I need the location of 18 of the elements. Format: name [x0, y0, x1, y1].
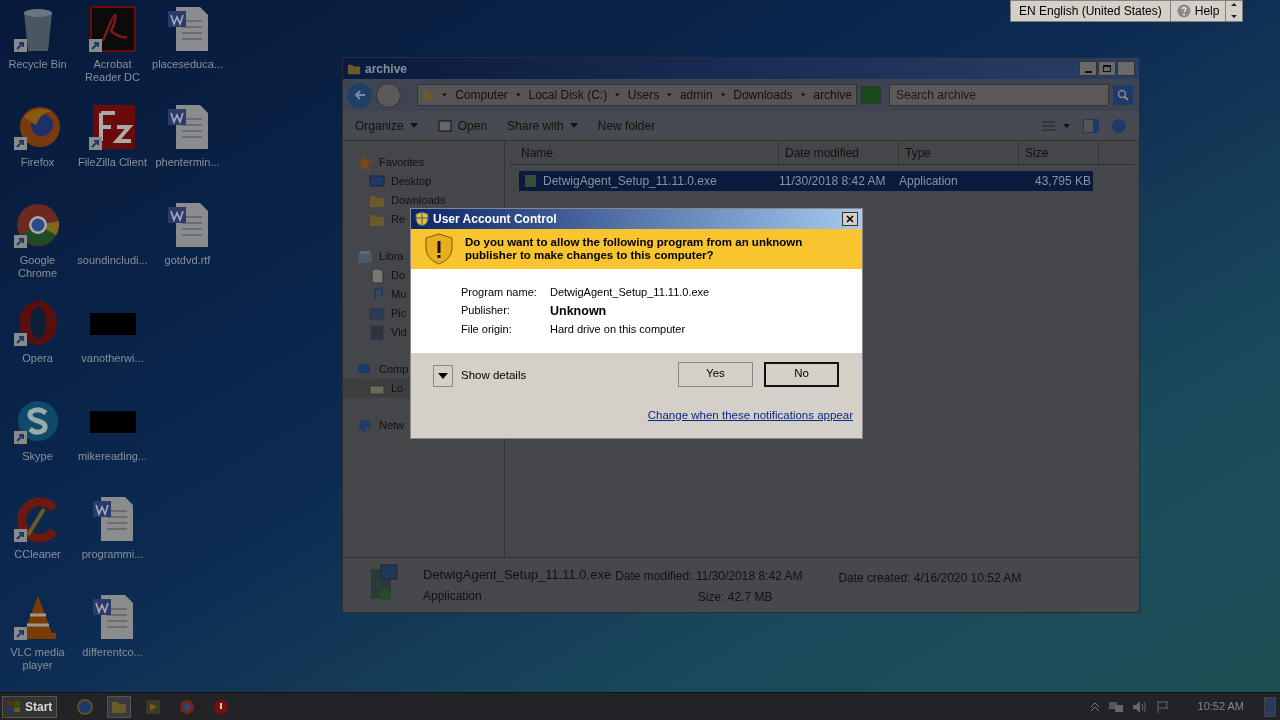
details-size: Size: 42.7 MB: [697, 588, 774, 606]
field-label: Publisher:: [461, 302, 511, 318]
field-label: File origin:: [461, 322, 513, 338]
field-value: DetwigAgent_Setup_11.11.0.exe: [550, 285, 710, 301]
file-name: DetwigAgent_Setup_11.11.0.exe: [543, 173, 717, 190]
file-date: 11/30/2018 8:42 AM: [779, 173, 887, 190]
details-file-name: DetwigAgent_Setup_11.11.0.exe: [423, 565, 612, 584]
details-date-created: Date created: 4/16/2020 10:52 AM: [838, 570, 1022, 587]
file-size: 43,795 KB: [1033, 173, 1091, 190]
field-value: Hard drive on this computer: [550, 322, 686, 338]
field-value: Unknown: [550, 302, 607, 320]
field-label: Program name:: [461, 285, 538, 301]
file-type: Application: [899, 173, 959, 190]
uac-question: Do you want to allow the following program from an unknown publisher to make changes to this computer?: [465, 236, 804, 262]
dialog-title: User Account Control: [433, 211, 557, 228]
details-date-modified: Date modified: 11/30/2018 8:42 AM: [615, 567, 803, 585]
details-file-type: Application: [423, 588, 483, 606]
window-title: archive: [365, 60, 408, 78]
